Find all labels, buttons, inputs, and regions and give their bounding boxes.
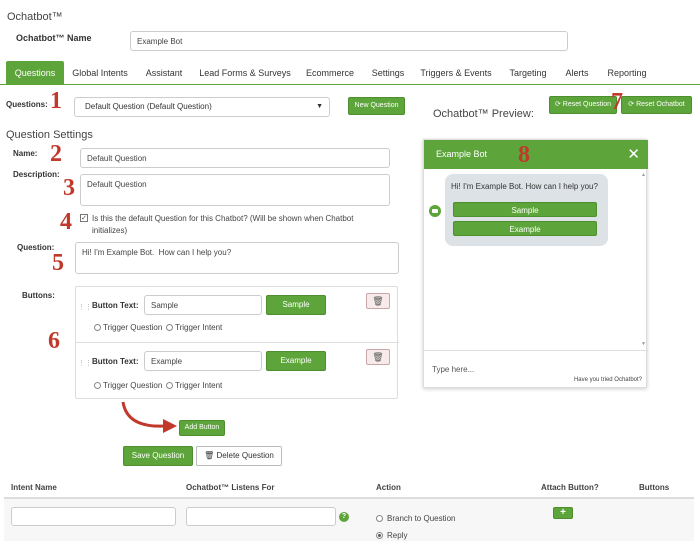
default-question-label: Is this the default Question for this Ch…: [92, 214, 354, 235]
annotation-2: 2: [50, 141, 62, 167]
trash-icon: 🗑: [204, 451, 215, 460]
tab-assistant[interactable]: Assistant: [140, 61, 188, 85]
curved-arrow-icon: [121, 401, 177, 433]
annotation-3: 3: [63, 175, 75, 201]
buttons-label: Buttons:: [22, 291, 55, 300]
th-action: Action: [376, 483, 401, 492]
tab-global-intents[interactable]: Global Intents: [68, 61, 132, 85]
questions-label: Questions:: [6, 100, 48, 109]
button-text-input[interactable]: [144, 351, 262, 371]
chat-scrollbar[interactable]: ▲ ▼: [641, 173, 646, 347]
reply-label: Reply: [387, 531, 408, 540]
chat-preview-header: Example Bot ✕: [424, 140, 648, 169]
chat-message-bubble: Hi! I'm Example Bot. How can I help you?…: [445, 174, 608, 246]
annotation-5: 5: [52, 250, 64, 276]
bot-name-input[interactable]: [130, 31, 568, 51]
trigger-question-radio[interactable]: [94, 382, 101, 389]
listens-for-input[interactable]: [186, 507, 336, 526]
name-label: Name:: [13, 149, 38, 158]
chevron-down-icon: ▼: [316, 103, 323, 110]
intent-name-input[interactable]: [11, 507, 176, 526]
annotation-1: 1: [50, 88, 62, 114]
new-question-button[interactable]: New Question: [348, 97, 405, 115]
bot-avatar-icon: [429, 205, 441, 217]
trigger-question-label: Trigger Question: [103, 381, 163, 390]
delete-question-label: Delete Question: [216, 451, 274, 460]
bot-name-label: Ochatbot™ Name: [16, 33, 92, 43]
tab-targeting[interactable]: Targeting: [504, 61, 552, 85]
tab-triggers-events[interactable]: Triggers & Events: [418, 61, 494, 85]
chat-bot-name: Example Bot: [436, 149, 488, 159]
refresh-icon: ⟳: [628, 101, 635, 108]
delete-button-trash-icon[interactable]: 🗑: [366, 293, 390, 309]
question-name-input[interactable]: [80, 148, 390, 168]
branch-to-question-radio[interactable]: [376, 515, 383, 522]
trigger-question-label: Trigger Question: [103, 323, 163, 332]
button-row: ⋮⋮ Button Text: Sample 🗑 Trigger Questio…: [76, 287, 399, 343]
reset-question-button[interactable]: ⟳ Reset Question: [549, 96, 617, 114]
app-title: Ochatbot™: [7, 11, 63, 23]
drag-handle-icon[interactable]: ⋮⋮: [78, 303, 92, 311]
preview-title: Ochatbot™ Preview:: [433, 108, 534, 120]
question-select-value: Default Question (Default Question): [85, 102, 212, 111]
chat-input-area: Type here... Have you tried Ochatbot?: [424, 350, 648, 389]
chat-preview-window: Example Bot ✕ 8 Hi! I'm Example Bot. How…: [423, 139, 648, 389]
trigger-intent-radio[interactable]: [166, 382, 173, 389]
question-settings-title: Question Settings: [6, 129, 93, 141]
button-preview[interactable]: Sample: [266, 295, 326, 315]
delete-question-button[interactable]: 🗑 Delete Question: [196, 446, 282, 466]
th-intent-name: Intent Name: [11, 483, 57, 492]
reset-question-label: Reset Question: [562, 101, 612, 108]
button-row: ⋮⋮ Button Text: Example 🗑 Trigger Questi…: [76, 343, 399, 399]
th-attach-button: Attach Button?: [541, 483, 599, 492]
chat-input[interactable]: Type here...: [432, 365, 474, 374]
annotation-8: 8: [518, 142, 530, 168]
tab-ecommerce[interactable]: Ecommerce: [302, 61, 358, 85]
add-button-button[interactable]: Add Button: [179, 420, 225, 436]
reset-ochatbot-button[interactable]: ⟳ Reset Ochatbot: [621, 96, 692, 114]
chat-quick-reply-example[interactable]: Example: [453, 221, 597, 236]
question-label: Question:: [17, 243, 55, 252]
tab-alerts[interactable]: Alerts: [560, 61, 594, 85]
description-label: Description:: [13, 170, 60, 179]
th-listens-for: Ochatbot™ Listens For: [186, 483, 275, 492]
tab-questions[interactable]: Questions: [6, 61, 64, 85]
trigger-question-radio[interactable]: [94, 324, 101, 331]
button-preview[interactable]: Example: [266, 351, 326, 371]
scroll-down-icon[interactable]: ▼: [641, 342, 646, 347]
question-text-input[interactable]: [75, 242, 399, 274]
button-text-label: Button Text:: [92, 301, 139, 310]
trigger-intent-label: Trigger Intent: [175, 381, 223, 390]
refresh-icon: ⟳: [554, 101, 561, 108]
buttons-panel: ⋮⋮ Button Text: Sample 🗑 Trigger Questio…: [75, 286, 399, 399]
button-text-input[interactable]: [144, 295, 262, 315]
save-question-button[interactable]: Save Question: [123, 446, 193, 466]
scroll-up-icon[interactable]: ▲: [641, 173, 646, 178]
annotation-4: 4: [60, 209, 72, 235]
trigger-intent-label: Trigger Intent: [175, 323, 223, 332]
tab-reporting[interactable]: Reporting: [602, 61, 652, 85]
table-row: ? Branch to Question Reply +: [4, 499, 694, 541]
help-icon[interactable]: ?: [339, 512, 349, 522]
question-select[interactable]: Default Question (Default Question) ▼: [74, 97, 330, 117]
drag-handle-icon[interactable]: ⋮⋮: [78, 359, 92, 367]
attach-button-plus[interactable]: +: [553, 507, 573, 519]
reply-radio[interactable]: [376, 532, 383, 539]
reset-ochatbot-label: Reset Ochatbot: [636, 101, 685, 108]
th-buttons: Buttons: [639, 483, 670, 492]
tab-lead-forms-surveys[interactable]: Lead Forms & Surveys: [196, 61, 294, 85]
close-icon[interactable]: ✕: [627, 140, 640, 169]
default-question-checkbox[interactable]: ✓: [80, 214, 88, 222]
annotation-6: 6: [48, 328, 60, 354]
button-text-label: Button Text:: [92, 357, 139, 366]
chat-message-text: Hi! I'm Example Bot. How can I help you?: [451, 182, 598, 191]
trigger-intent-radio[interactable]: [166, 324, 173, 331]
delete-button-trash-icon[interactable]: 🗑: [366, 349, 390, 365]
question-description-input[interactable]: [80, 174, 390, 206]
tab-bar: Questions Global Intents Assistant Lead …: [0, 61, 700, 85]
branch-to-question-label: Branch to Question: [387, 514, 456, 523]
tab-settings[interactable]: Settings: [366, 61, 410, 85]
chat-quick-reply-sample[interactable]: Sample: [453, 202, 597, 217]
tried-ochatbot-link[interactable]: Have you tried Ochatbot?: [574, 377, 642, 383]
